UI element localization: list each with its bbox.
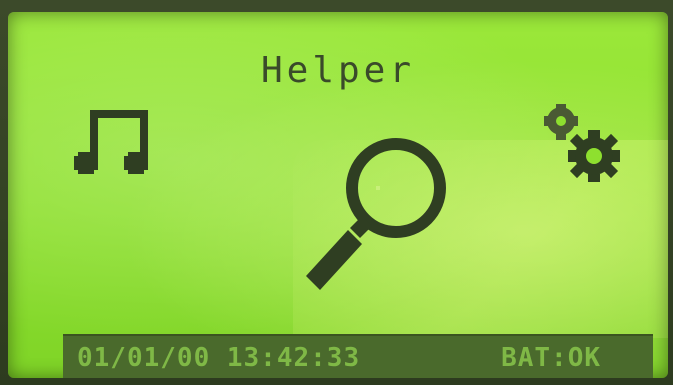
lcd-screen: Helper 01/01/00 13:42:33 BAT:OK <box>8 12 668 378</box>
gears-icon[interactable] <box>542 100 624 184</box>
music-note-icon[interactable] <box>70 104 156 190</box>
device-bezel: Helper 01/01/00 13:42:33 BAT:OK <box>0 0 673 385</box>
status-battery: BAT:OK <box>501 343 601 373</box>
status-bar: 01/01/00 13:42:33 BAT:OK <box>63 334 653 378</box>
status-datetime: 01/01/00 13:42:33 <box>77 343 361 373</box>
screen-title: Helper <box>260 50 416 91</box>
search-icon[interactable] <box>298 130 458 302</box>
